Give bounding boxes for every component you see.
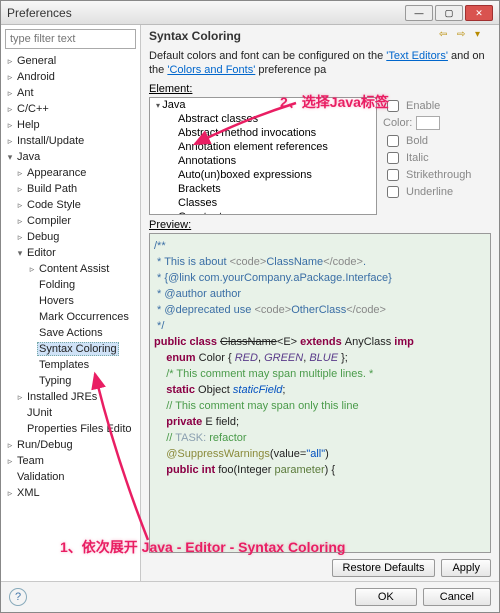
body: ▹General ▹Android ▹Ant ▹C/C++ ▹Help ▹Ins… (1, 25, 499, 581)
tree-buildpath[interactable]: Build Path (25, 183, 79, 195)
ok-button[interactable]: OK (355, 588, 417, 606)
back-icon[interactable]: ⇦ (439, 29, 455, 43)
help-icon[interactable]: ? (9, 588, 27, 606)
close-button[interactable]: ✕ (465, 5, 493, 21)
page-buttons: Restore Defaults Apply (141, 555, 499, 581)
color-swatch[interactable] (416, 116, 440, 130)
preview-section: Preview: /** * This is about <code>Class… (149, 219, 491, 553)
element-category-java[interactable]: Java (150, 98, 376, 112)
tree-codestyle[interactable]: Code Style (25, 199, 83, 211)
tree-appearance[interactable]: Appearance (25, 167, 88, 179)
filter-input[interactable] (5, 29, 136, 49)
bold-checkbox[interactable] (387, 135, 399, 147)
tree-java[interactable]: Java (15, 151, 42, 163)
enable-checkbox[interactable] (387, 100, 399, 112)
tree-rundebug[interactable]: Run/Debug (15, 439, 75, 451)
element-item[interactable]: Brackets (150, 182, 376, 196)
restore-defaults-button[interactable]: Restore Defaults (332, 559, 436, 577)
tree-xml[interactable]: XML (15, 487, 42, 499)
tree-general[interactable]: General (15, 55, 58, 67)
strike-checkbox[interactable] (387, 169, 399, 181)
minimize-button[interactable]: — (405, 5, 433, 21)
element-section: Element: Java Abstract classes Abstract … (141, 83, 499, 215)
titlebar[interactable]: Preferences — ▢ ✕ (1, 1, 499, 25)
maximize-button[interactable]: ▢ (435, 5, 463, 21)
tree-saveactions[interactable]: Save Actions (37, 327, 105, 339)
tree-propfiles[interactable]: Properties Files Edito (25, 423, 134, 435)
window-title: Preferences (7, 6, 403, 20)
cancel-button[interactable]: Cancel (423, 588, 491, 606)
element-item[interactable]: Annotation element references (150, 140, 376, 154)
forward-icon[interactable]: ⇨ (457, 29, 473, 43)
color-label: Color: (383, 117, 412, 129)
element-list[interactable]: Java Abstract classes Abstract method in… (149, 97, 377, 215)
element-options: Enable Color: Bold Italic Strikethrough … (383, 97, 491, 215)
tree-markocc[interactable]: Mark Occurrences (37, 311, 131, 323)
menu-icon[interactable]: ▾ (475, 29, 491, 43)
element-item[interactable]: Annotations (150, 154, 376, 168)
tree-android[interactable]: Android (15, 71, 57, 83)
page-title: Syntax Coloring (149, 29, 437, 43)
preview-code[interactable]: /** * This is about <code>ClassName</cod… (149, 233, 491, 553)
description: Default colors and font can be configure… (141, 47, 499, 83)
element-item[interactable]: Classes (150, 196, 376, 210)
tree-editor[interactable]: Editor (25, 247, 58, 259)
tree-validation[interactable]: Validation (15, 471, 67, 483)
tree-typing[interactable]: Typing (37, 375, 73, 387)
preferences-window: Preferences — ▢ ✕ ▹General ▹Android ▹Ant… (0, 0, 500, 613)
tree-ant[interactable]: Ant (15, 87, 36, 99)
tree-install[interactable]: Install/Update (15, 135, 86, 147)
tree-templates[interactable]: Templates (37, 359, 91, 371)
element-item[interactable]: Constants (150, 210, 376, 215)
tree-contentassist[interactable]: Content Assist (37, 263, 111, 275)
element-item[interactable]: Abstract classes (150, 112, 376, 126)
apply-button[interactable]: Apply (441, 559, 491, 577)
element-item[interactable]: Abstract method invocations (150, 126, 376, 140)
left-panel: ▹General ▹Android ▹Ant ▹C/C++ ▹Help ▹Ins… (1, 25, 141, 581)
tree-hovers[interactable]: Hovers (37, 295, 76, 307)
element-label: Element: (149, 83, 491, 95)
tree-compiler[interactable]: Compiler (25, 215, 73, 227)
underline-checkbox[interactable] (387, 186, 399, 198)
page-header: Syntax Coloring ⇦ ⇨ ▾ (141, 25, 499, 47)
tree-debug[interactable]: Debug (25, 231, 61, 243)
tree-junit[interactable]: JUnit (25, 407, 54, 419)
tree-syntaxcoloring[interactable]: Syntax Coloring (37, 342, 119, 356)
link-colors-fonts[interactable]: 'Colors and Fonts' (167, 64, 255, 76)
footer: ? OK Cancel (1, 581, 499, 612)
tree-help[interactable]: Help (15, 119, 42, 131)
tree-team[interactable]: Team (15, 455, 46, 467)
right-panel: Syntax Coloring ⇦ ⇨ ▾ Default colors and… (141, 25, 499, 581)
preview-label: Preview: (149, 219, 491, 231)
link-text-editors[interactable]: 'Text Editors' (386, 50, 448, 62)
preference-tree[interactable]: ▹General ▹Android ▹Ant ▹C/C++ ▹Help ▹Ins… (1, 53, 140, 581)
italic-checkbox[interactable] (387, 152, 399, 164)
tree-installedjres[interactable]: Installed JREs (25, 391, 99, 403)
tree-cpp[interactable]: C/C++ (15, 103, 51, 115)
tree-folding[interactable]: Folding (37, 279, 77, 291)
element-item[interactable]: Auto(un)boxed expressions (150, 168, 376, 182)
